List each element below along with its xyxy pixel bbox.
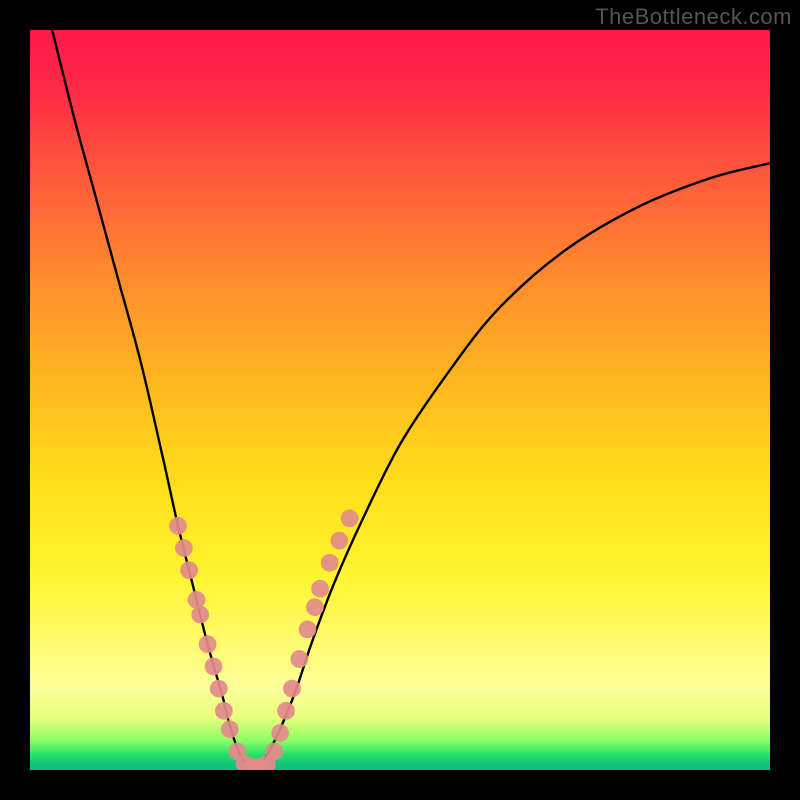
data-point (221, 720, 239, 738)
data-point (175, 539, 193, 557)
data-point (299, 621, 317, 639)
marker-group (169, 510, 358, 770)
bottleneck-curve-left (52, 30, 252, 770)
data-point (306, 598, 324, 616)
data-point (215, 702, 233, 720)
data-point (265, 743, 283, 761)
data-point (191, 606, 209, 624)
data-point (210, 680, 228, 698)
curves-svg (30, 30, 770, 770)
chart-stage: TheBottleneck.com (0, 0, 800, 800)
data-point (321, 554, 339, 572)
data-point (330, 532, 348, 550)
data-point (271, 724, 289, 742)
data-point (341, 510, 359, 528)
data-point (180, 561, 198, 579)
plot-area (30, 30, 770, 770)
data-point (283, 680, 301, 698)
data-point (290, 650, 308, 668)
data-point (169, 517, 187, 535)
data-point (199, 635, 217, 653)
data-point (277, 702, 295, 720)
bottleneck-curve-right (252, 163, 770, 770)
data-point (311, 580, 329, 598)
data-point (188, 591, 206, 609)
data-point (205, 658, 223, 676)
watermark-text: TheBottleneck.com (595, 4, 792, 30)
